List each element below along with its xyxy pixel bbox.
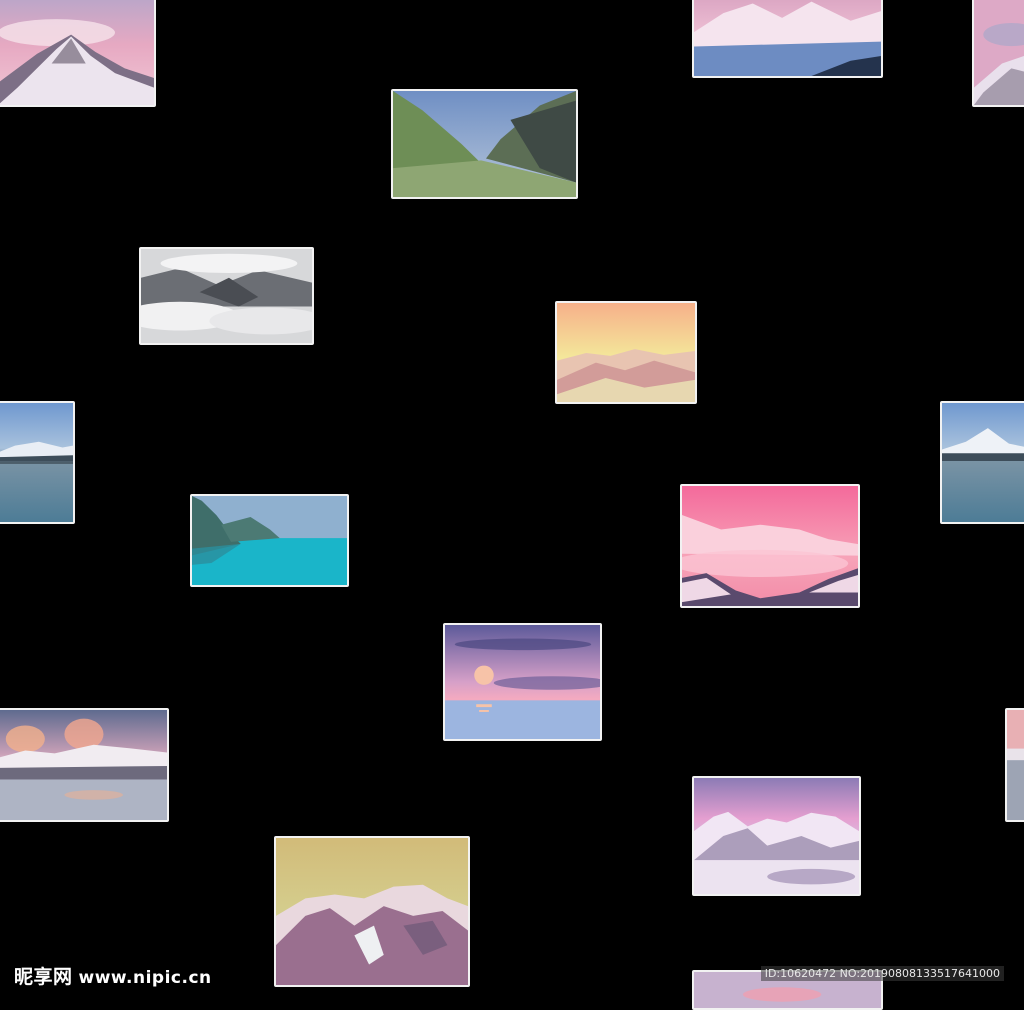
watermark-site-cn: 昵享网	[14, 966, 73, 988]
photo-turquoise-sea-cliffs	[190, 494, 349, 587]
photo-pink-clouds-mountains	[680, 484, 860, 608]
watermark-site-url: www.nipic.cn	[78, 968, 212, 988]
photo-edge-right-small	[1005, 708, 1024, 822]
photo-violet-snow-mountains	[692, 776, 861, 896]
photo-khaki-rocky-mountain	[274, 836, 470, 987]
photo-green-valley	[391, 89, 578, 199]
photo-yellow-sky-mountains	[555, 301, 697, 404]
photo-lake-right-edge	[940, 401, 1024, 524]
photo-snow-lake-sunset	[0, 708, 169, 822]
photo-mountain-pink-sky-topright	[692, 0, 883, 78]
photo-lake-left-edge	[0, 401, 75, 524]
photo-snow-peak-pink-clouds	[0, 0, 156, 107]
watermark-logo: 昵享网 www.nipic.cn	[14, 962, 212, 989]
photo-grey-clouds-mountains	[139, 247, 314, 345]
photo-sunset-sea	[443, 623, 602, 741]
photo-edge-snowy-pink	[972, 0, 1024, 107]
watermark-id: ID:10620472 NO:20190808133517641000	[760, 966, 1004, 981]
